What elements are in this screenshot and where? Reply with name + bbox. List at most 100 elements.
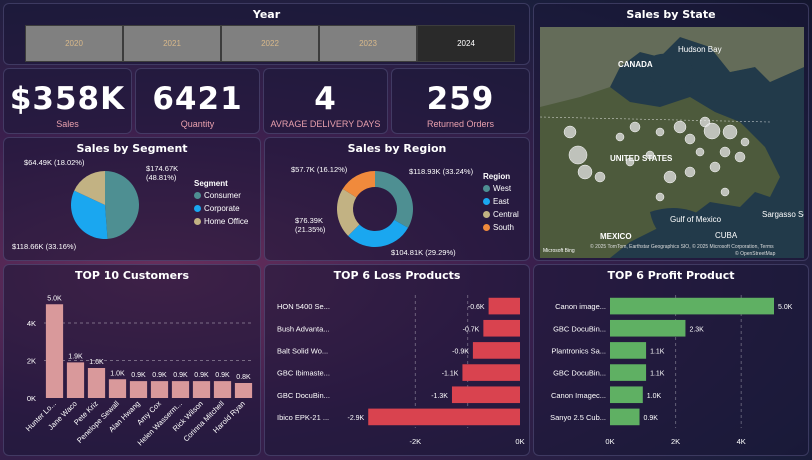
- profit-bar[interactable]: [610, 386, 643, 404]
- map-bubble[interactable]: [629, 121, 641, 133]
- loss-bar[interactable]: [488, 297, 520, 315]
- loss-bar[interactable]: [451, 386, 520, 404]
- customers-bar[interactable]: [108, 379, 127, 398]
- customers-bar[interactable]: [87, 368, 106, 398]
- map-bubble[interactable]: [563, 125, 577, 139]
- customers-bar[interactable]: [129, 381, 148, 398]
- loss-bar[interactable]: [483, 319, 520, 337]
- customers-bar[interactable]: [213, 381, 232, 398]
- profit-data-label: 0.9K: [644, 415, 659, 422]
- map-canvas[interactable]: Hudson Bay CANADA UNITED STATES Gulf of …: [539, 27, 808, 258]
- map-label-hudson-bay: Hudson Bay: [678, 45, 722, 54]
- kpi-quantity-value: 6421: [152, 81, 243, 117]
- profit-x-tick: 2K: [671, 437, 680, 446]
- map-bubble[interactable]: [655, 127, 665, 137]
- region-data-label: $104.81K (29.29%): [391, 248, 456, 257]
- region-data-label: (21.35%): [295, 225, 326, 234]
- top-customers-panel: TOP 10 Customers 0K 2K 4K 5.0K Hunter Lo... 1…: [3, 264, 261, 456]
- customers-bar[interactable]: [234, 383, 253, 398]
- map-bubble[interactable]: [673, 120, 687, 134]
- profit-category-label: Plantronics Sa...: [551, 346, 606, 355]
- year-button-2020[interactable]: 2020: [25, 25, 123, 62]
- map-bubble[interactable]: [709, 161, 721, 173]
- loss-data-label: -2.9K: [347, 415, 364, 422]
- legend-dot-icon: [194, 205, 201, 212]
- map-bubble[interactable]: [594, 171, 606, 183]
- map-bubble[interactable]: [684, 166, 696, 178]
- loss-bar[interactable]: [472, 342, 520, 359]
- map-bubble[interactable]: [625, 157, 635, 167]
- map-svg[interactable]: Hudson Bay CANADA UNITED STATES Gulf of …: [539, 27, 808, 258]
- region-legend-label: West: [493, 184, 512, 193]
- map-bubble[interactable]: [568, 145, 588, 165]
- profit-bar[interactable]: [610, 319, 686, 337]
- loss-bar-chart[interactable]: -0.6K HON 5400 Se... -0.7K Bush Advanta... -…: [265, 265, 530, 456]
- profit-bar[interactable]: [610, 297, 774, 315]
- customers-data-label: 0.8K: [236, 374, 251, 381]
- map-bubble[interactable]: [703, 122, 721, 140]
- year-button-2024[interactable]: 2024: [417, 25, 515, 62]
- loss-bar[interactable]: [462, 364, 520, 381]
- legend-dot-icon: [483, 198, 490, 205]
- region-legend-item[interactable]: Central: [483, 210, 519, 219]
- customers-y-tick: 4K: [27, 319, 36, 328]
- map-bubble[interactable]: [722, 124, 738, 140]
- region-legend-item[interactable]: East: [483, 197, 519, 206]
- profit-bar-chart[interactable]: 5.0K Canon image... 2.3K GBC DocuBin... 1.1K…: [534, 265, 809, 456]
- map-bubble[interactable]: [655, 192, 665, 202]
- profit-bar[interactable]: [610, 364, 647, 381]
- kpi-sales-card: $358K Sales: [3, 68, 132, 134]
- year-button-2021[interactable]: 2021: [123, 25, 221, 62]
- loss-category-label: Ibico EPK-21 ...: [277, 413, 329, 422]
- year-buttons: 2020 2021 2022 2023 2024: [25, 25, 515, 62]
- customers-bar[interactable]: [171, 381, 190, 398]
- region-legend-label: Central: [493, 210, 519, 219]
- profit-bar[interactable]: [610, 408, 640, 426]
- map-bubble[interactable]: [645, 150, 655, 160]
- map-bubble[interactable]: [615, 132, 625, 142]
- map-bubble[interactable]: [663, 170, 677, 184]
- region-data-label: $118.93K (33.24%): [409, 167, 474, 176]
- map-bubble[interactable]: [734, 151, 746, 163]
- segment-legend-item[interactable]: Corporate: [194, 204, 248, 213]
- map-bubble[interactable]: [577, 164, 593, 180]
- kpi-sales-label: Sales: [56, 119, 79, 129]
- year-slicer: Year 2020 2021 2022 2023 2024: [3, 3, 530, 65]
- map-bubble[interactable]: [740, 137, 750, 147]
- loss-data-label: -1.1K: [442, 371, 459, 378]
- segment-legend-label: Corporate: [204, 204, 240, 213]
- segment-slice[interactable]: [105, 171, 139, 239]
- segment-legend-label: Home Office: [204, 217, 249, 226]
- loss-bar[interactable]: [368, 408, 520, 426]
- kpi-returns-label: Returned Orders: [426, 119, 495, 129]
- map-bubble[interactable]: [684, 133, 696, 145]
- map-bubble[interactable]: [719, 146, 731, 158]
- customers-bar[interactable]: [150, 381, 169, 398]
- year-button-2023[interactable]: 2023: [319, 25, 417, 62]
- segment-data-label: $64.49K (18.02%): [24, 158, 85, 167]
- loss-data-label: -0.7K: [463, 326, 480, 333]
- loss-data-label: -1.3K: [431, 393, 448, 400]
- customers-bar-chart[interactable]: 0K2K4K5.0KHunter Lo...1.9KJane Waco1.6KP…: [4, 265, 261, 456]
- kpi-sales-value: $358K: [9, 81, 126, 117]
- customers-bar[interactable]: [192, 381, 211, 398]
- profit-x-tick: 0K: [605, 437, 614, 446]
- segment-legend-item[interactable]: Consumer: [194, 191, 248, 200]
- map-bubble[interactable]: [720, 187, 730, 197]
- customers-bar[interactable]: [45, 304, 64, 398]
- map-bubble[interactable]: [695, 147, 705, 157]
- sales-by-segment-panel: Sales by Segment $174.67K (48.81%) $118.66…: [3, 137, 261, 261]
- region-slice[interactable]: [375, 171, 413, 228]
- segment-data-label: $174.67K: [146, 164, 178, 173]
- segment-legend-item[interactable]: Home Office: [194, 217, 248, 226]
- year-button-2022[interactable]: 2022: [221, 25, 319, 62]
- region-legend-item[interactable]: West: [483, 184, 519, 193]
- region-legend-item[interactable]: South: [483, 223, 519, 232]
- profit-category-label: Canon image...: [555, 302, 606, 311]
- loss-data-label: -0.6K: [468, 304, 485, 311]
- profit-bar[interactable]: [610, 342, 647, 359]
- profit-x-tick: 4K: [737, 437, 746, 446]
- customers-data-label: 0.9K: [152, 372, 167, 379]
- customers-bar[interactable]: [66, 362, 85, 398]
- map-label-cuba: CUBA: [715, 231, 738, 240]
